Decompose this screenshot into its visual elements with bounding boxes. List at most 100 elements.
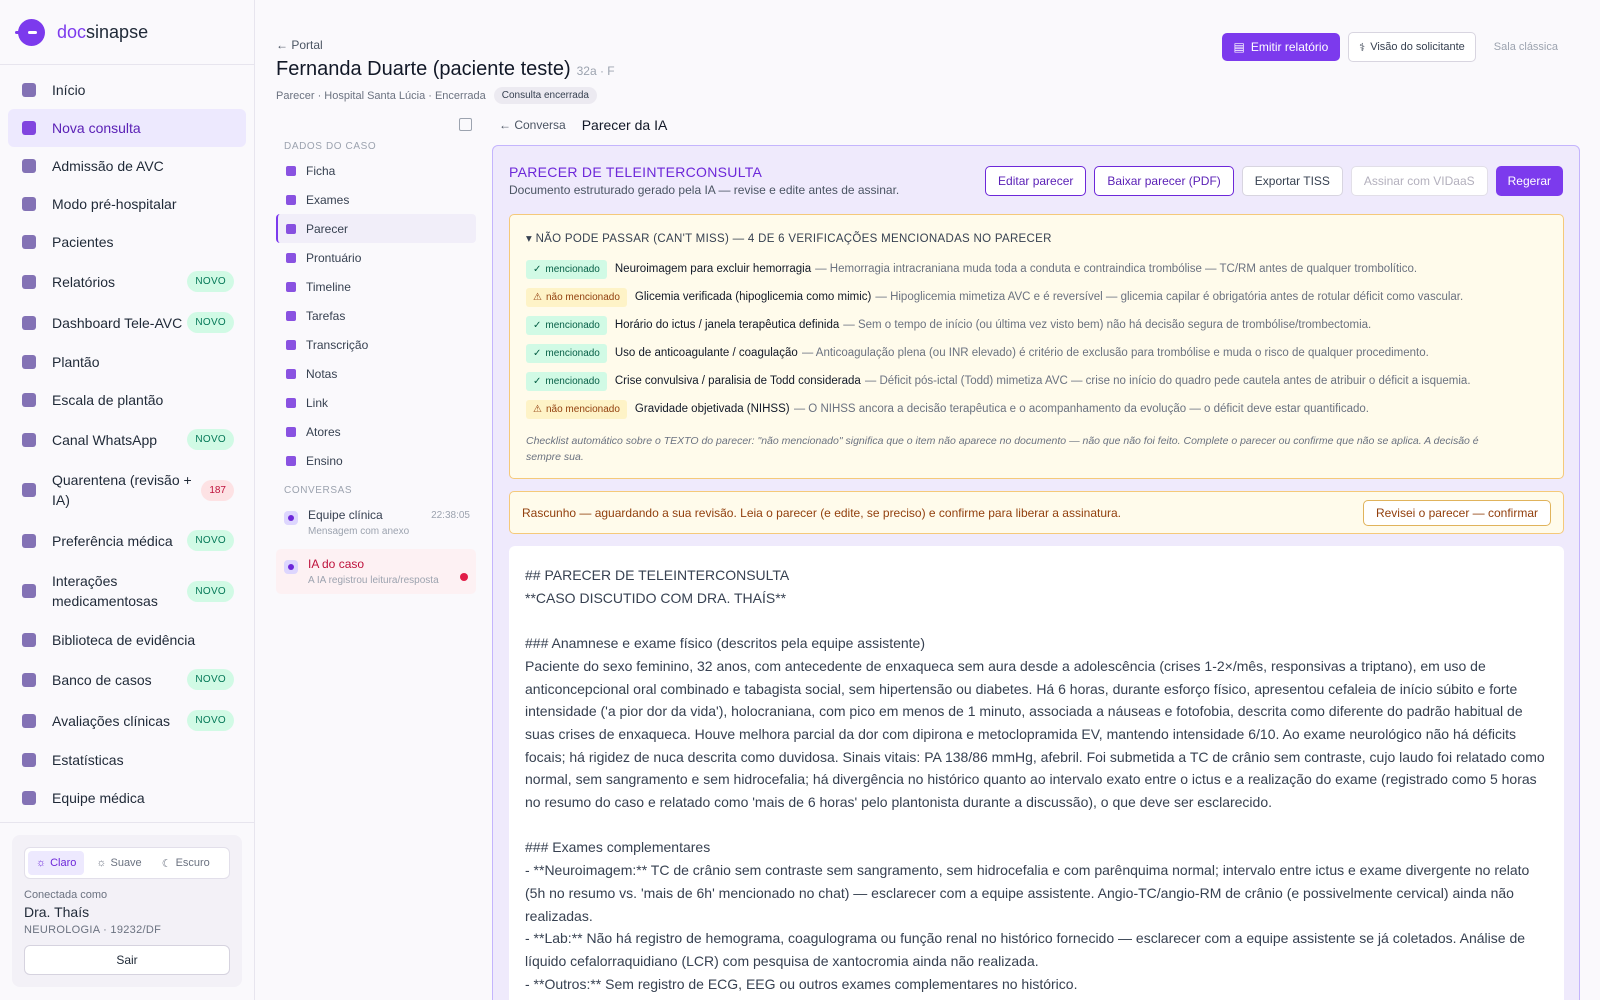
theme-light-option[interactable]: ☼ Claro: [28, 851, 85, 875]
sidebar-item[interactable]: Biblioteca de evidência: [8, 621, 246, 659]
sidebar: docsinapse Início Nova consulta Admissão d…: [0, 0, 255, 1000]
sidebar-item[interactable]: Quarentena (revisão + IA) 187: [8, 460, 246, 520]
sidebar-item[interactable]: Início: [8, 71, 246, 109]
check-description: — O NIHSS ancora a decisão terapêutica e…: [793, 403, 1369, 415]
conversation-item[interactable]: Equipe clínica Mensagem com anexo 22:38:05: [276, 500, 476, 545]
case-tab-item[interactable]: Ensino: [276, 446, 476, 475]
case-tab-item[interactable]: Exames: [276, 185, 476, 214]
cant-miss-checklist: ▾ NÃO PODE PASSAR (CAN'T MISS) — 4 DE 6 …: [509, 214, 1564, 479]
case-tab-icon: [286, 223, 296, 234]
sidebar-item[interactable]: Avaliações clínicas NOVO: [8, 700, 246, 741]
doc-list-item: - **Outros:** Sem registro de ECG, EEG o…: [525, 975, 1078, 992]
sidebar-item-label: Início: [52, 82, 86, 98]
classic-room-button[interactable]: Sala clássica: [1484, 41, 1568, 53]
new-badge: NOVO: [187, 669, 234, 690]
page-header: ← Portal Fernanda Duarte (paciente teste…: [256, 0, 1600, 110]
case-items: Ficha Exames Parecer Prontuário Timeline Tare…: [276, 156, 476, 475]
team-icon: [22, 791, 36, 805]
sidebar-item[interactable]: Preferência médica NOVO: [8, 520, 246, 561]
sidebar-item-label: Dashboard Tele-AVC: [52, 314, 183, 331]
sidebar-item[interactable]: Modo pré-hospitalar: [8, 185, 246, 223]
new-badge: NOVO: [187, 312, 234, 333]
case-tab-item[interactable]: Notas: [276, 359, 476, 388]
case-tab-label: Exames: [306, 192, 350, 207]
case-tab-label: Atores: [306, 424, 341, 439]
shield-icon: [22, 355, 36, 369]
download-pdf-button[interactable]: Baixar parecer (PDF): [1094, 166, 1234, 196]
consult-meta: Parecer · Hospital Santa Lúcia · Encerra…: [276, 87, 1600, 104]
case-tab-item[interactable]: Link: [276, 388, 476, 417]
sidebar-item-label: Estatísticas: [52, 752, 124, 768]
conversation-item[interactable]: IA do caso A IA registrou leitura/respost…: [276, 549, 476, 594]
count-badge: 187: [201, 479, 234, 501]
conversation-title: IA do caso: [308, 557, 365, 571]
logout-button[interactable]: Sair: [24, 945, 230, 975]
not-mentioned-badge: ⚠ não mencionado: [526, 399, 627, 419]
requester-view-button[interactable]: ⚕ Visão do solicitante: [1348, 32, 1476, 62]
breadcrumb: ← Conversa Parecer da IA: [499, 117, 667, 133]
case-tab-item[interactable]: Timeline: [276, 272, 476, 301]
draft-banner: Rascunho — aguardando a sua revisão. Lei…: [509, 491, 1564, 534]
case-tab-label: Prontuário: [306, 250, 362, 265]
doc-list-item: - **Lab:** Não há registro de hemograma,…: [525, 930, 1526, 969]
home-icon: [22, 83, 36, 97]
conversations-list: Equipe clínica Mensagem com anexo 22:38:05…: [276, 500, 476, 594]
check-icon: ✓: [533, 263, 542, 275]
opinion-document[interactable]: ## PARECER DE TELEINTERCONSULTA **CASO D…: [509, 546, 1564, 1000]
sidebar-item[interactable]: Admissão de AVC: [8, 147, 246, 185]
theme-soft-option[interactable]: ☼ Suave: [88, 851, 149, 875]
theme-dark-option[interactable]: ☾ Escuro: [154, 851, 218, 875]
conversation-icon: [284, 560, 298, 574]
emit-report-button[interactable]: ▤ Emitir relatório: [1221, 33, 1341, 61]
checklist-header[interactable]: ▾ NÃO PODE PASSAR (CAN'T MISS) — 4 DE 6 …: [526, 231, 1547, 245]
breadcrumb-current: Parecer da IA: [581, 117, 668, 133]
case-tab-item[interactable]: Tarefas: [276, 301, 476, 330]
back-to-conversation-link[interactable]: ← Conversa: [499, 118, 566, 132]
brand[interactable]: docsinapse: [0, 0, 254, 65]
sidebar-item[interactable]: Pacientes: [8, 223, 246, 261]
checklist-row: ✓ mencionado Uso de anticoagulante / coagu…: [526, 339, 1547, 367]
sidebar-item[interactable]: Dashboard Tele-AVC NOVO: [8, 302, 246, 343]
case-tab-item[interactable]: Atores: [276, 417, 476, 446]
user-role: NEUROLOGIA · 19232/DF: [24, 924, 162, 936]
sidebar-item[interactable]: Nova consulta: [8, 109, 246, 147]
doc-section-title: ### Exames complementares: [525, 839, 711, 856]
case-tab-item[interactable]: Parecer: [276, 214, 476, 243]
case-tab-icon: [286, 310, 296, 321]
graduation-icon: [22, 672, 36, 687]
sidebar-item[interactable]: Banco de casos NOVO: [8, 659, 246, 700]
sidebar-item[interactable]: Plantão: [8, 343, 246, 381]
sidebar-item[interactable]: Estatísticas: [8, 741, 246, 779]
new-badge: NOVO: [187, 530, 234, 551]
export-tiss-button[interactable]: Exportar TISS: [1241, 166, 1343, 196]
collapse-panel-icon[interactable]: [459, 118, 472, 131]
confirm-review-button[interactable]: Revisei o parecer — confirmar: [1362, 499, 1551, 526]
edit-opinion-button[interactable]: Editar parecer: [985, 166, 1087, 196]
doc-subheading: **CASO DISCUTIDO COM DRA. THAÍS**: [525, 589, 787, 606]
patient-name: Fernanda Duarte (paciente teste): [276, 58, 571, 80]
case-tab-icon: [286, 397, 296, 408]
opinion-title: PARECER DE TELEINTERCONSULTA: [509, 164, 763, 180]
sidebar-item-label: Plantão: [52, 354, 100, 370]
sign-vidaas-button[interactable]: Assinar com VIDaaS: [1350, 166, 1488, 196]
lock-icon: [22, 159, 36, 173]
case-tab-item[interactable]: Prontuário: [276, 243, 476, 272]
sidebar-item[interactable]: Relatórios NOVO: [8, 261, 246, 302]
sidebar-item[interactable]: Equipe médica: [8, 779, 246, 817]
case-tab-icon: [286, 455, 296, 466]
sidebar-item[interactable]: Interações medicamentosas NOVO: [8, 561, 246, 621]
check-icon: ✓: [533, 347, 542, 359]
brand-logo-icon: [15, 18, 45, 46]
case-tab-item[interactable]: Transcrição: [276, 330, 476, 359]
unread-dot: [460, 573, 468, 581]
conversation-subtitle: Mensagem com anexo: [308, 526, 410, 537]
sidebar-item[interactable]: Canal WhatsApp NOVO: [8, 419, 246, 460]
sidebar-item[interactable]: Escala de plantão: [8, 381, 246, 419]
whatsapp-icon: [22, 432, 36, 447]
document-icon: ▤: [1233, 40, 1245, 54]
case-tab-item[interactable]: Ficha: [276, 156, 476, 185]
conversation-text: Equipe clínica Mensagem com anexo: [308, 508, 409, 537]
checklist-row: ✓ mencionado Crise convulsiva / paralisia …: [526, 367, 1547, 395]
regenerate-button[interactable]: Regerar: [1495, 166, 1563, 196]
check-description: — Déficit pós-ictal (Todd) mimetiza AVC …: [864, 375, 1471, 387]
